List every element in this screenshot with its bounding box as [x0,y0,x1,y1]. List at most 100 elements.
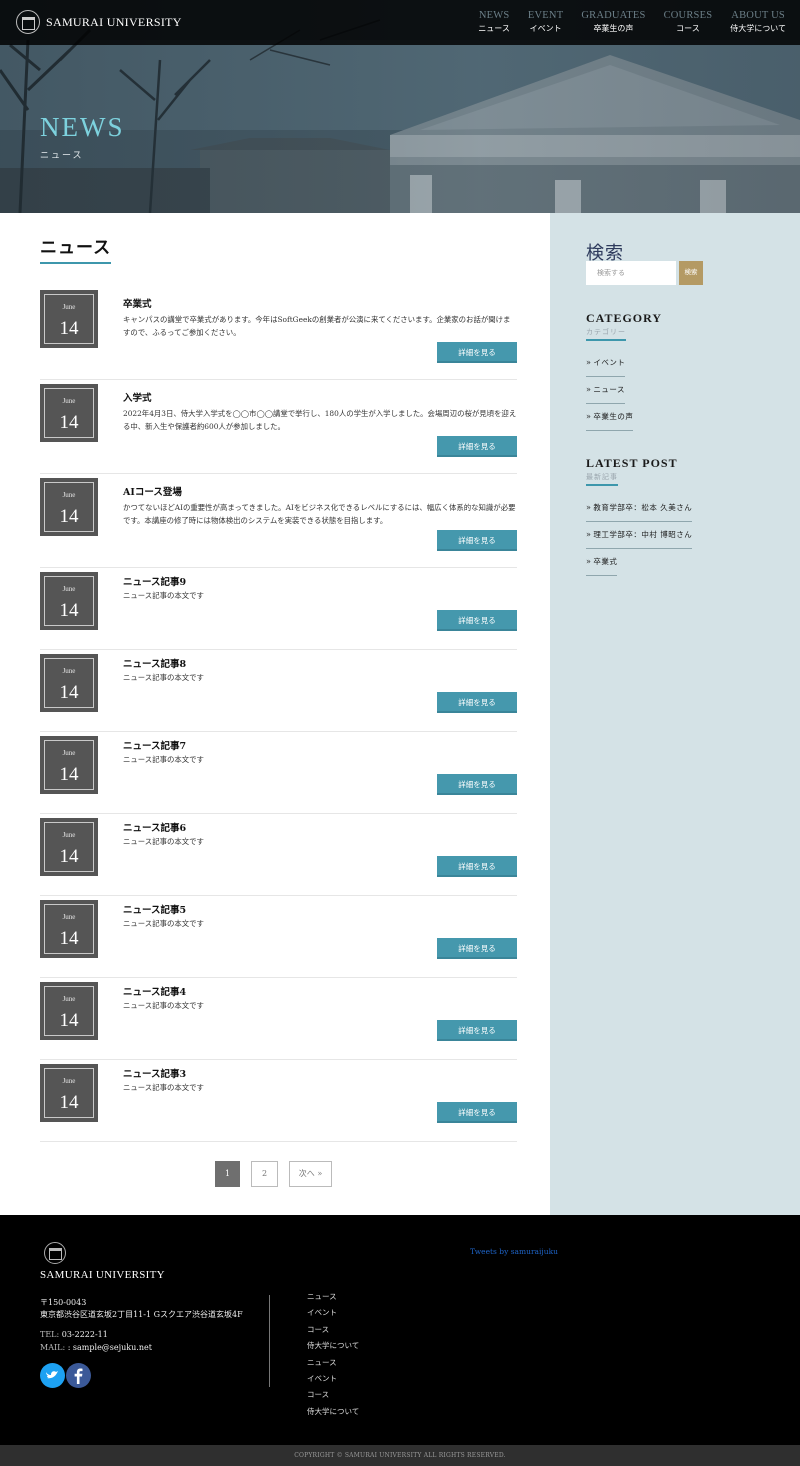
sidebar-link-label: ニュース [593,385,626,394]
date-badge-frame: June 14 [44,1068,94,1118]
post-title[interactable]: AIコース登場 [123,484,182,498]
news-post: June 14 ニュース記事5 ニュース記事の本文です 詳細を見る [40,896,517,978]
post-title[interactable]: ニュース記事7 [123,738,186,752]
chevron-right-icon: » [586,358,592,367]
nav-label-ja: 卒業生の声 [593,24,634,33]
date-day: 14 [59,928,79,949]
mail-label: MAIL: [40,1343,66,1352]
read-more-button[interactable]: 詳細を見る [437,856,517,877]
sidebar: 検索 検索する 検索 CATEGORY カテゴリー » イベント » ニュース » 卒… [550,213,800,1215]
sidebar-category-event[interactable]: » イベント [586,357,626,377]
news-post: June 14 ニュース記事4 ニュース記事の本文です 詳細を見る [40,978,517,1060]
nav-label-ja: イベント [529,24,562,33]
post-title[interactable]: 入学式 [123,390,152,404]
latest-post-heading: LATEST POST [586,456,678,470]
chevron-right-icon: » [586,557,592,566]
street-address: 東京都渋谷区道玄坂2丁目11-1 Gスクエア渋谷道玄坂4F [40,1310,243,1319]
page-title: NEWS [40,112,125,142]
footer-link-news[interactable]: ニュース [307,1291,359,1307]
read-more-button[interactable]: 詳細を見る [437,436,517,457]
sidebar-link-label: 卒業生の声 [593,412,634,421]
news-post: June 14 ニュース記事3 ニュース記事の本文です詳細を見る [40,1060,517,1142]
post-excerpt: ニュース記事の本文です [123,755,204,764]
post-excerpt: ニュース記事の本文です [123,591,204,600]
date-badge: June 14 [40,572,98,630]
post-title[interactable]: ニュース記事4 [123,984,186,998]
date-badge-frame: June 14 [44,904,94,954]
date-badge: June 14 [40,384,98,442]
read-more-button[interactable]: 詳細を見る [437,610,517,631]
read-more-button[interactable]: 詳細を見る [437,342,517,363]
search-button[interactable]: 検索 [679,261,703,285]
brand-name: SAMURAI UNIVERSITY [46,14,182,29]
footer-link-news[interactable]: ニュース [307,1357,359,1373]
post-excerpt: ニュース記事の本文です [123,1083,204,1092]
post-title[interactable]: ニュース記事3 [123,1066,186,1080]
chevron-right-icon: » [586,503,592,512]
chevron-right-icon: » [586,412,592,421]
post-excerpt: ニュース記事の本文です [123,837,204,846]
date-badge-frame: June 14 [44,822,94,872]
page-button-2[interactable]: 2 [251,1161,278,1187]
search-input[interactable]: 検索する [586,261,676,285]
facebook-icon[interactable] [66,1363,91,1388]
footer-link-about[interactable]: 侍大学について [307,1340,359,1356]
nav-label-ja: ニュース [478,24,510,33]
footer-divider [269,1295,270,1387]
nav-item-news[interactable]: NEWS ニュース [478,10,510,34]
news-post: June 14 入学式 2022年4月3日、侍大学入学式を◯◯市◯◯講堂で挙行し、18… [40,380,517,474]
date-month: June [62,995,76,1003]
footer-link-courses[interactable]: コース [307,1324,359,1340]
top-navigation-bar: SAMURAI UNIVERSITY NEWS ニュース EVENT イベント … [0,0,800,45]
category-subheading: カテゴリー [586,327,626,341]
sidebar-latest-post[interactable]: » 理工学部卒：中村 博昭さん [586,529,693,549]
post-title[interactable]: ニュース記事5 [123,902,186,916]
date-badge: June 14 [40,982,98,1040]
main-nav: NEWS ニュース EVENT イベント GRADUATES 卒業生の声 COU… [460,10,786,34]
news-post: June 14 ニュース記事8 ニュース記事の本文です詳細を見る [40,650,517,732]
read-more-button[interactable]: 詳細を見る [437,1020,517,1041]
brand[interactable]: SAMURAI UNIVERSITY [16,10,182,34]
date-day: 14 [59,412,79,433]
category-heading: CATEGORY [586,311,663,325]
page-button-1[interactable]: 1 [215,1161,240,1187]
footer-address: 〒150-0043 東京都渋谷区道玄坂2丁目11-1 Gスクエア渋谷道玄坂4F [40,1297,243,1321]
date-month: June [62,397,76,405]
post-title[interactable]: ニュース記事6 [123,820,186,834]
date-day: 14 [59,764,79,785]
date-day: 14 [59,682,79,703]
sidebar-category-graduates[interactable]: » 卒業生の声 [586,411,634,431]
nav-item-graduates[interactable]: GRADUATES 卒業生の声 [581,10,645,34]
read-more-button[interactable]: 詳細を見る [437,1102,517,1123]
twitter-icon[interactable] [40,1363,65,1388]
sidebar-latest-post[interactable]: » 教育学部卒：松本 久美さん [586,502,693,522]
nav-label-en: GRADUATES [581,10,646,21]
sidebar-latest-post[interactable]: » 卒業式 [586,556,618,576]
date-badge-frame: June 14 [44,740,94,790]
twitter-timeline-link[interactable]: Tweets by samuraijuku [470,1247,558,1256]
footer-link-courses[interactable]: コース [307,1389,359,1405]
read-more-button[interactable]: 詳細を見る [437,774,517,795]
post-excerpt: ニュース記事の本文です [123,673,204,682]
nav-item-event[interactable]: EVENT イベント [528,10,563,34]
nav-item-about[interactable]: ABOUT US 侍大学について [730,10,786,34]
post-excerpt: かつてないほどAIの重要性が高まってきました。AIをビジネス化できるレベルにする… [123,503,516,525]
read-more-button[interactable]: 詳細を見る [437,530,517,551]
date-month: June [62,667,76,675]
date-badge: June 14 [40,1064,98,1122]
read-more-button[interactable]: 詳細を見る [437,938,517,959]
nav-item-courses[interactable]: COURSES コース [664,10,713,34]
post-title[interactable]: 卒業式 [123,296,152,310]
footer-link-event[interactable]: イベント [307,1307,359,1323]
footer-link-event[interactable]: イベント [307,1373,359,1389]
post-title[interactable]: ニュース記事9 [123,574,186,588]
read-more-button[interactable]: 詳細を見る [437,692,517,713]
date-month: June [62,749,76,757]
post-title[interactable]: ニュース記事8 [123,656,186,670]
date-badge: June 14 [40,818,98,876]
sidebar-category-news[interactable]: » ニュース [586,384,626,404]
footer-link-about[interactable]: 侍大学について [307,1406,359,1422]
next-page-button[interactable]: 次へ » [289,1161,332,1187]
page-subtitle: ニュース [40,151,84,161]
date-badge-frame: June 14 [44,388,94,438]
